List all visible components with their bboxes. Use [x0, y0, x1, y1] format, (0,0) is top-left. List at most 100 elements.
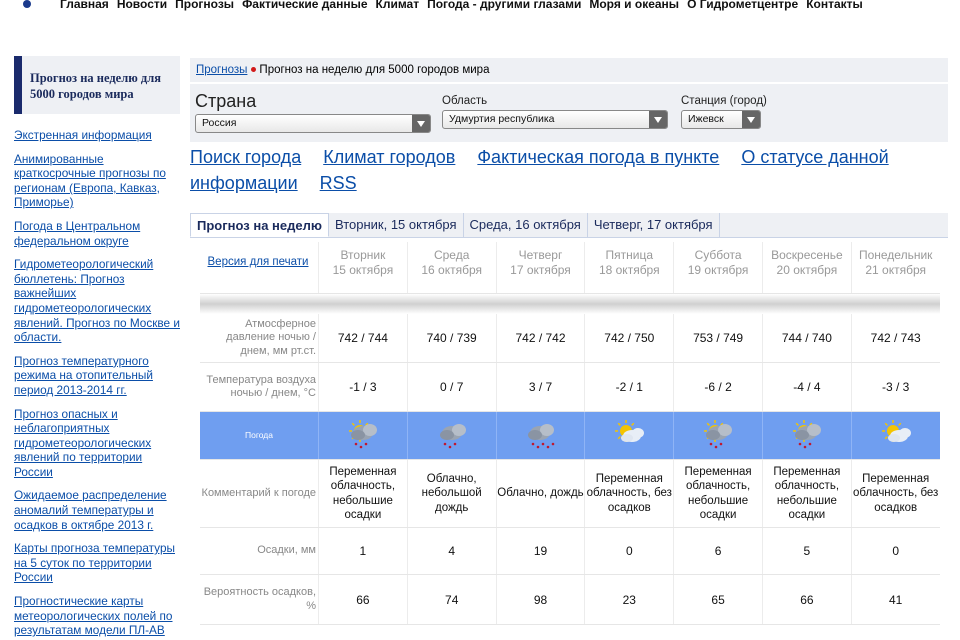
country-select[interactable]: Россия: [195, 114, 431, 133]
partly-cloudy-light-rain-icon: [346, 417, 380, 454]
decorative-stripe: [200, 294, 940, 314]
weather-icon-cell: [495, 412, 585, 459]
pressure-value: 740 / 739: [406, 314, 496, 362]
day-header: Пятница 18 октября: [584, 242, 673, 293]
forecast-table: Версия для печати Вторник 15 октября Среда…: [200, 242, 940, 625]
precipitation-row: Осадки, мм 1 4 19 0 6 5 0: [200, 528, 940, 575]
tab-day-thursday[interactable]: Четверг, 17 октября: [588, 213, 720, 237]
weather-icon-cell: [584, 412, 673, 459]
temperature-value: -3 / 3: [850, 363, 940, 411]
day-header: Понедельник 21 октября: [850, 242, 940, 293]
weather-label: Погода: [245, 429, 273, 440]
sidebar-list-item: Прогноз температурного режима на отопите…: [14, 354, 180, 398]
tab-week-forecast[interactable]: Прогноз на неделю: [190, 213, 329, 237]
nav-item[interactable]: О Гидрометцентре: [687, 0, 798, 10]
weather-icon-cell: [850, 412, 940, 459]
day-date: 15 октября: [332, 263, 394, 277]
precipitation-value: 0: [850, 528, 940, 574]
weather-comment: Переменная облачность, без осадков: [850, 460, 940, 527]
city-climate-link[interactable]: Климат городов: [323, 147, 455, 167]
region-select[interactable]: Удмуртия республика: [442, 110, 668, 129]
chevron-down-icon: [742, 111, 760, 128]
sidebar-list-item: Прогноз опасных и неблагоприятных гидром…: [14, 407, 180, 480]
precipitation-value: 19: [495, 528, 585, 574]
sidebar-link[interactable]: Прогностические карты метеорологических …: [14, 594, 180, 638]
breadcrumb: Прогнозы Прогноз на неделю для 5000 город…: [190, 58, 948, 82]
tab-day-wednesday[interactable]: Среда, 16 октября: [464, 213, 588, 237]
sidebar-link[interactable]: Ожидаемое распределение аномалий темпера…: [14, 488, 180, 532]
nav-item[interactable]: Главная: [60, 0, 109, 10]
nav-item[interactable]: Моря и океаны: [589, 0, 679, 10]
day-date: 20 октября: [776, 263, 838, 277]
day-header: Воскресенье 20 октября: [761, 242, 851, 293]
rss-link[interactable]: RSS: [320, 173, 357, 193]
sidebar-link[interactable]: Погода в Центральном федеральном округе: [14, 219, 180, 248]
temperature-value: -2 / 1: [584, 363, 673, 411]
sidebar-list-item: Погода в Центральном федеральном округе: [14, 219, 180, 248]
nav-item[interactable]: Новости: [117, 0, 167, 10]
sidebar-link[interactable]: Прогноз опасных и неблагоприятных гидром…: [14, 407, 180, 480]
country-select-value: Россия: [202, 117, 237, 129]
nav-item[interactable]: Погода - другими глазами: [427, 0, 581, 10]
info-links: Поиск города Климат городов Фактическая по…: [190, 144, 910, 196]
station-label: Станция (город): [681, 95, 767, 107]
weather-comment: Переменная облачность, без осадков: [584, 460, 673, 527]
actual-weather-link[interactable]: Фактическая погода в пункте: [477, 147, 719, 167]
breadcrumb-current: Прогноз на неделю для 5000 городов мира: [259, 64, 490, 76]
sidebar: Прогноз на неделю для 5000 городов мира …: [14, 56, 180, 640]
partly-cloudy-light-rain-icon: [701, 417, 735, 454]
print-version-cell: Версия для печати: [200, 242, 318, 293]
tab-day-tuesday[interactable]: Вторник, 15 октября: [329, 213, 464, 237]
day-header: Четверг 17 октября: [495, 242, 585, 293]
day-date: 17 октября: [510, 263, 571, 277]
station-select-group: Станция (город) Ижевск: [681, 94, 801, 129]
pressure-value: 744 / 740: [761, 314, 851, 362]
weather-comment: Переменная облачность, небольшие осадки: [318, 460, 407, 527]
sidebar-title-box: Прогноз на неделю для 5000 городов мира: [14, 56, 180, 114]
day-name: Вторник: [340, 248, 386, 262]
day-date: 16 октября: [421, 263, 483, 277]
temperature-value: -4 / 4: [761, 363, 851, 411]
partly-cloudy-icon: [879, 417, 913, 454]
temperature-value: 3 / 7: [495, 363, 585, 411]
print-version-link[interactable]: Версия для печати: [208, 256, 309, 270]
weather-comment: Облачно, небольшой дождь: [406, 460, 496, 527]
breadcrumb-parent-link[interactable]: Прогнозы: [196, 64, 247, 76]
weather-icon-cell: [761, 412, 851, 459]
sidebar-list-item: Карты прогноза температуры на 5 суток по…: [14, 541, 180, 585]
comment-row: Комментарий к погоде Переменная облачнос…: [200, 460, 940, 528]
day-name: Среда: [433, 248, 470, 262]
precipitation-value: 1: [318, 528, 407, 574]
sidebar-list-item: Экстренная информация: [14, 128, 180, 143]
sidebar-list-item: Гидрометеорологический бюллетень: Прогно…: [14, 257, 180, 345]
sidebar-link[interactable]: Карты прогноза температуры на 5 суток по…: [14, 541, 180, 585]
nav-item[interactable]: Контакты: [806, 0, 863, 10]
country-select-group: Страна Россия: [195, 90, 431, 133]
precipitation-value: 5: [761, 528, 851, 574]
nav-item[interactable]: Прогнозы: [175, 0, 234, 10]
probability-value: 41: [850, 575, 940, 624]
partly-cloudy-light-rain-icon: [790, 417, 824, 454]
weather-icon-cell: [406, 412, 496, 459]
sidebar-link[interactable]: Экстренная информация: [14, 128, 180, 143]
sidebar-link[interactable]: Гидрометеорологический бюллетень: Прогно…: [14, 257, 180, 345]
station-select[interactable]: Ижевск: [681, 110, 761, 129]
top-nav-items: Главная Новости Прогнозы Фактические данные…: [60, 0, 871, 10]
probability-value: 98: [495, 575, 585, 624]
region-select-value: Удмуртия республика: [449, 113, 555, 125]
pressure-row: Атмосферное давление ночью / днем, мм рт…: [200, 314, 940, 363]
site-logo-dot[interactable]: [23, 0, 31, 8]
region-select-group: Область Удмуртия республика: [442, 94, 668, 129]
nav-item[interactable]: Фактические данные: [242, 0, 367, 10]
sidebar-link[interactable]: Анимированные краткосрочные прогнозы по …: [14, 152, 180, 210]
nav-item[interactable]: Климат: [376, 0, 420, 10]
probability-label: Вероятность осадков, %: [203, 586, 316, 612]
pressure-value: 742 / 744: [318, 314, 407, 362]
location-selectors: Страна Россия Область Удмуртия республик…: [190, 84, 948, 142]
station-select-value: Ижевск: [688, 113, 724, 125]
pressure-value: 753 / 749: [673, 314, 762, 362]
chevron-down-icon: [412, 115, 430, 132]
sidebar-link[interactable]: Прогноз температурного режима на отопите…: [14, 354, 180, 398]
cloudy-rain-icon: [523, 417, 557, 454]
city-search-link[interactable]: Поиск города: [190, 147, 301, 167]
